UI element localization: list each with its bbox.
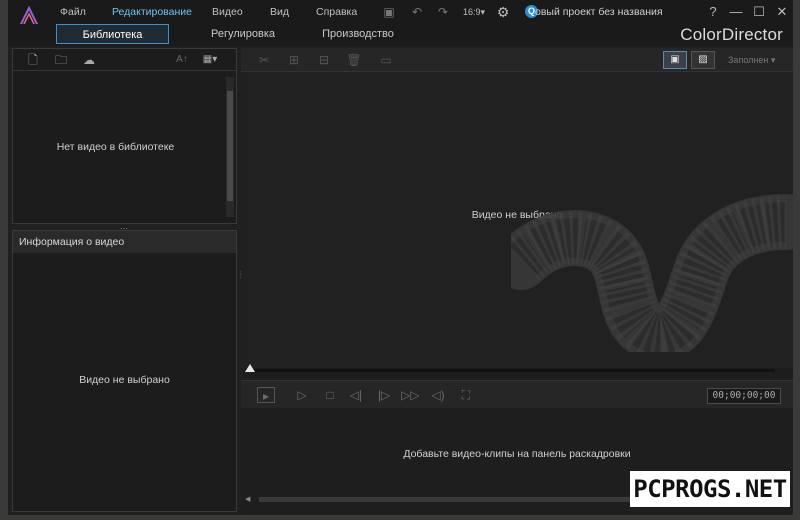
menu-help[interactable]: Справка: [316, 6, 357, 18]
previous-frame-icon[interactable]: ◁|: [347, 387, 365, 403]
playhead-marker[interactable]: [245, 364, 255, 372]
close-button[interactable]: ✕: [772, 3, 792, 21]
fill-mode-select[interactable]: Заполнен ▾: [728, 55, 775, 66]
redo-icon[interactable]: ↷: [434, 4, 452, 20]
cloud-import-icon[interactable]: ☁: [81, 53, 97, 67]
volume-icon[interactable]: ◁): [429, 387, 447, 403]
undo-icon[interactable]: ↶: [408, 4, 426, 20]
library-scrollbar[interactable]: [226, 77, 234, 217]
library-panel: 🗋 🗀 ☁ A↑ ▦▾ Нет видео в библиотеке: [12, 48, 237, 224]
film-strip-icon: [511, 194, 793, 352]
watermark: PCPROGS.NET: [630, 471, 790, 507]
grid-view-icon[interactable]: ▦▾: [199, 53, 221, 67]
video-info-panel: Информация о видео Видео не выбрано: [12, 230, 237, 512]
menu-video[interactable]: Видео: [212, 6, 243, 18]
minimize-button[interactable]: —: [726, 3, 746, 21]
brand-name: ColorDirector: [680, 25, 783, 44]
delete-icon[interactable]: 🗑: [345, 53, 363, 67]
compare-view-icon[interactable]: ▨: [691, 51, 715, 69]
library-empty-message: Нет видео в библиотеке: [56, 141, 175, 153]
text-size-icon[interactable]: A↑: [171, 53, 193, 67]
import-file-icon[interactable]: 🗋: [25, 53, 41, 67]
menu-edit[interactable]: Редактирование: [112, 6, 192, 18]
stop-icon[interactable]: □: [321, 387, 339, 403]
library-scrollbar-thumb[interactable]: [227, 91, 233, 201]
align-icon[interactable]: ⊟: [315, 53, 333, 67]
tab-production[interactable]: Производство: [303, 24, 413, 44]
playback-controls: ▸ ▷ □ ◁| |▷ ▷▷ ◁) ⛶ 00;00;00;00: [241, 380, 793, 408]
settings-gear-icon[interactable]: ⚙: [494, 4, 512, 20]
tab-adjustment[interactable]: Регулировка: [188, 24, 298, 44]
aspect-ratio-icon[interactable]: 16:9▾: [462, 4, 486, 20]
video-info-empty-message: Видео не выбрано: [79, 374, 170, 386]
play-icon[interactable]: ▷: [293, 387, 311, 403]
library-toolbar: 🗋 🗀 ☁ A↑ ▦▾: [13, 49, 236, 71]
next-frame-icon[interactable]: |▷: [375, 387, 393, 403]
help-icon[interactable]: ?: [703, 3, 723, 21]
project-title: овый проект без названия: [535, 6, 663, 18]
preview-mode-icon[interactable]: ▸: [257, 387, 275, 403]
preview-toolbar: ✂ ⊞ ⊟ 🗑 ▭ ▣ ▨ Заполнен ▾: [241, 48, 793, 72]
preview-area: Видео не выбрано: [241, 72, 793, 368]
menu-view[interactable]: Вид: [270, 6, 289, 18]
trim-icon[interactable]: ✂: [255, 53, 273, 67]
scroll-left-icon[interactable]: ◀: [245, 495, 250, 503]
save-icon[interactable]: ▣: [380, 4, 398, 20]
import-folder-icon[interactable]: 🗀: [53, 53, 69, 67]
mode-tabs: Библиотека Регулировка Производство Colo…: [8, 24, 793, 46]
timecode-display: 00;00;00;00: [707, 388, 781, 404]
menu-bar: Файл Редактирование Видео Вид Справка ▣ …: [8, 0, 793, 29]
timeline-track[interactable]: [249, 369, 775, 372]
timeline-slider[interactable]: [241, 364, 793, 378]
snapshot-icon[interactable]: ▭: [377, 53, 395, 67]
storyboard-hint: Добавьте видео-клипы на панель раскадров…: [403, 448, 631, 460]
video-info-header: Информация о видео: [13, 231, 236, 253]
fill-mode-label: Заполнен: [728, 55, 769, 65]
fast-forward-icon[interactable]: ▷▷: [401, 387, 419, 403]
maximize-button[interactable]: ☐: [749, 3, 769, 21]
single-view-icon[interactable]: ▣: [663, 51, 687, 69]
fullscreen-icon[interactable]: ⛶: [457, 387, 475, 403]
menu-file[interactable]: Файл: [60, 6, 86, 18]
storyboard-scrollbar-thumb[interactable]: [259, 497, 639, 502]
tab-library[interactable]: Библиотека: [56, 24, 169, 44]
split-icon[interactable]: ⊞: [285, 53, 303, 67]
storyboard-scrollbar[interactable]: ◀: [245, 495, 640, 503]
app-window: Файл Редактирование Видео Вид Справка ▣ …: [8, 0, 793, 515]
